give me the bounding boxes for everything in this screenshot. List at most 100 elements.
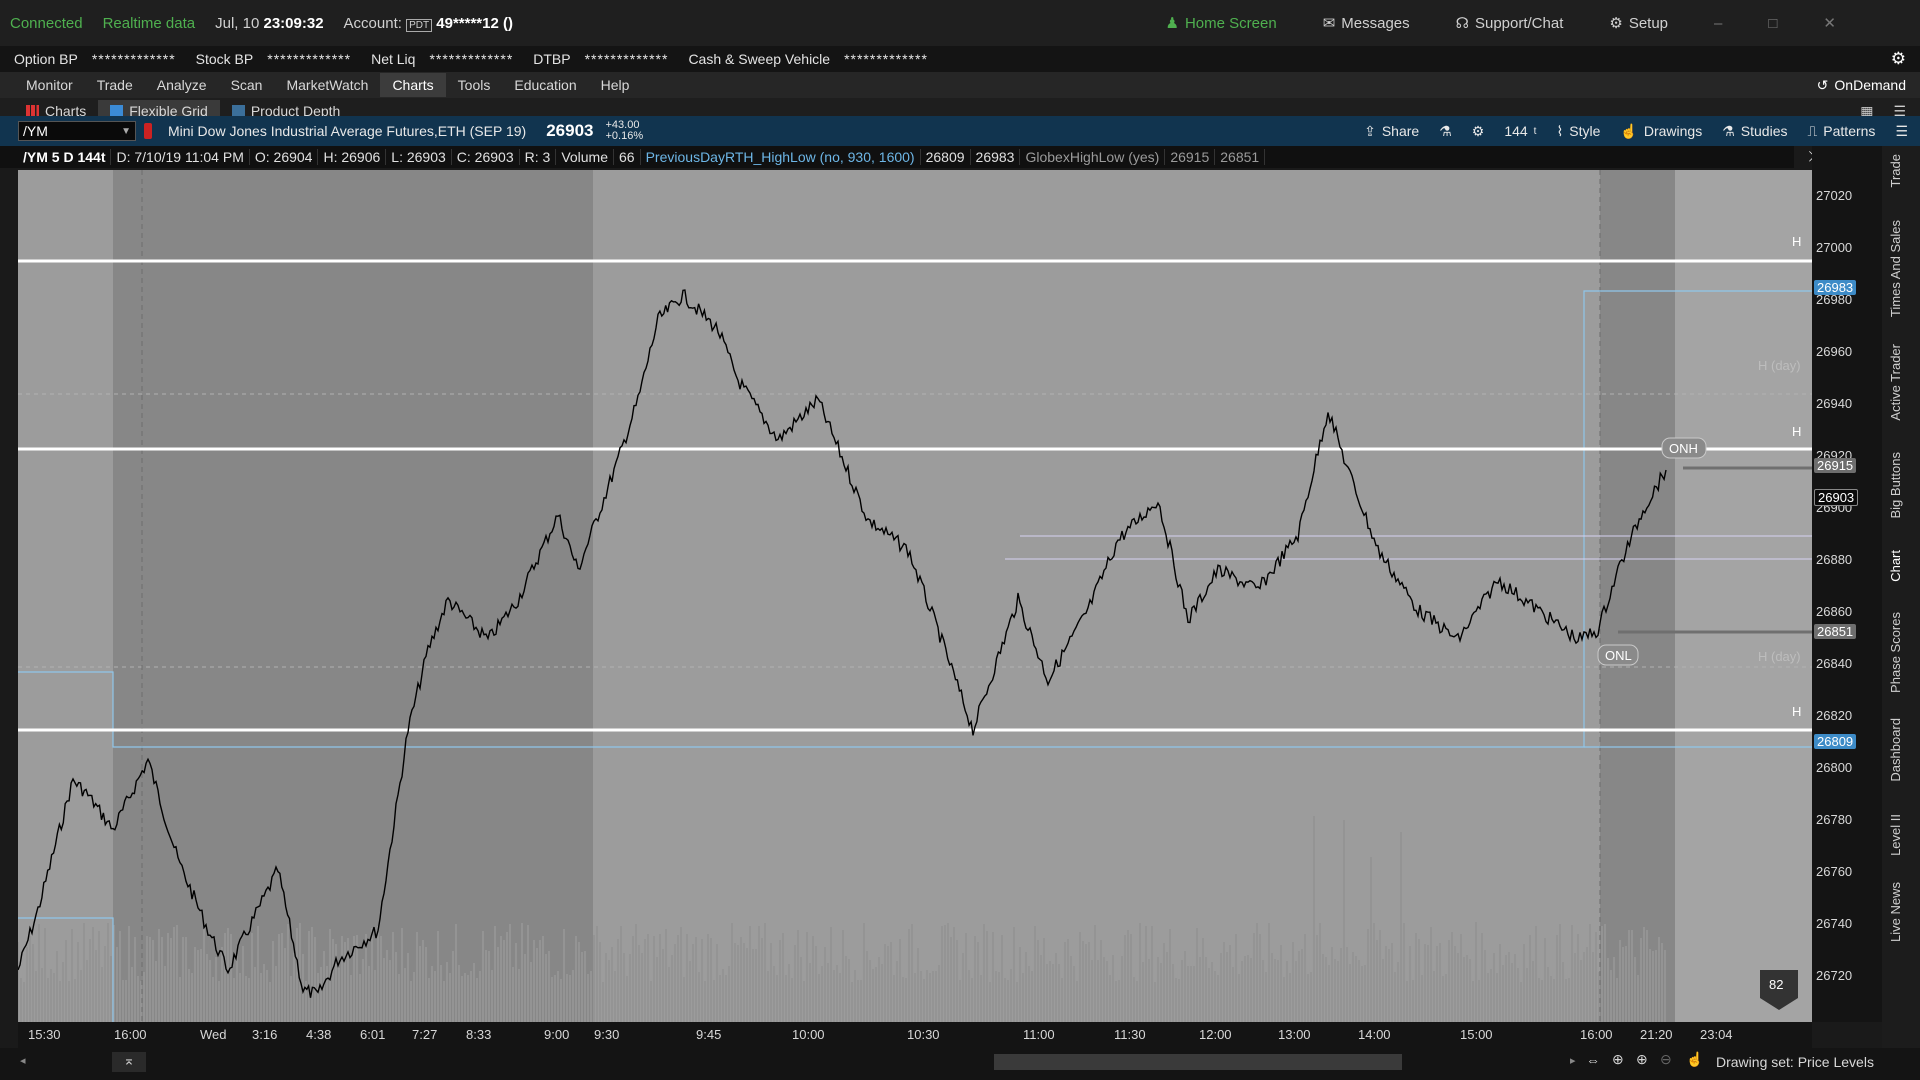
link-color-icon[interactable] <box>144 123 152 139</box>
bar-open: O: 26904 <box>250 149 319 165</box>
patterns-menu[interactable]: ⎍ Patterns <box>1807 123 1875 140</box>
clock-icon: ↺ <box>1816 76 1829 93</box>
menu-help[interactable]: Help <box>589 73 642 97</box>
rail-tab-dashboard[interactable]: Dashboard <box>1888 718 1903 782</box>
time-tick: 7:27 <box>412 1027 438 1042</box>
stock-bp-value: ************* <box>267 51 352 67</box>
drawing-set-label[interactable]: Drawing set: Price Levels <box>1716 1054 1874 1070</box>
settings-gear-icon[interactable]: ⚙ <box>1472 123 1485 140</box>
net-liq-label: Net Liq <box>371 51 416 67</box>
menu-analyze[interactable]: Analyze <box>145 73 219 97</box>
setup-button[interactable]: ⚙ Setup <box>1609 14 1668 33</box>
expand-horizontal-icon[interactable]: ⇔ <box>1586 1052 1600 1068</box>
prev-low-price-tag: 26809 <box>1814 734 1857 749</box>
main-menu-bar: Monitor Trade Analyze Scan MarketWatch C… <box>0 72 1920 98</box>
bar-close: C: 26903 <box>452 149 520 165</box>
gear-icon: ⚙ <box>1609 15 1623 32</box>
chart-canvas[interactable]: H H H H (day) H (day) ONH ONL 82 <box>18 170 1812 1022</box>
menu-charts[interactable]: Charts <box>380 73 446 97</box>
bar-range: R: 3 <box>520 149 557 165</box>
date-label: Jul, 10 23:09:32 <box>215 14 324 32</box>
rail-tab-phase-scores[interactable]: Phase Scores <box>1888 612 1903 693</box>
future-space <box>1675 170 1812 1022</box>
onh-price-tag: 26915 <box>1814 458 1857 473</box>
svg-text:82: 82 <box>1769 977 1783 992</box>
h-day-label-upper: H (day) <box>1758 358 1801 373</box>
studies-menu[interactable]: ⚗ Studies <box>1722 123 1787 140</box>
stock-bp-label: Stock BP <box>195 51 254 67</box>
hand-icon: ☝ <box>1620 122 1638 139</box>
close-button[interactable]: ✕ <box>1823 14 1836 32</box>
support-chat-button[interactable]: ☊ Support/Chat <box>1456 14 1564 33</box>
price-tick: 26720 <box>1816 968 1853 983</box>
flask-icon[interactable]: ⚗ <box>1439 123 1452 140</box>
price-tick: 26780 <box>1816 812 1853 827</box>
account-selector[interactable]: Account: PDT 49*****12 () <box>344 15 513 32</box>
study-prev-day-low: 26809 <box>921 149 971 165</box>
menu-monitor[interactable]: Monitor <box>14 73 85 97</box>
menu-marketwatch[interactable]: MarketWatch <box>274 73 380 97</box>
time-tick: Wed <box>200 1027 227 1042</box>
aggregation-selector[interactable]: 144 t <box>1504 123 1536 139</box>
menu-tools[interactable]: Tools <box>446 73 503 97</box>
price-tick: 26960 <box>1816 344 1853 359</box>
time-axis: 15:30 16:00 Wed 3:16 4:38 6:01 7:27 8:33 9:00 9:3… <box>18 1022 1812 1048</box>
dtbp-label: DTBP <box>533 51 571 67</box>
rail-tab-times-and-sales[interactable]: Times And Sales <box>1888 220 1903 317</box>
pan-hand-icon[interactable]: ☝ <box>1686 1051 1703 1068</box>
menu-education[interactable]: Education <box>502 73 588 97</box>
price-chart[interactable]: H H H H (day) H (day) ONH ONL 82 ⤫ <box>18 148 1820 1022</box>
menu-icon[interactable]: ☰ <box>1895 123 1908 140</box>
symbol-input[interactable]: /YM ▼ <box>18 121 136 141</box>
zoom-in-icon[interactable]: ⊕ <box>1636 1051 1648 1068</box>
rail-tab-live-news[interactable]: Live News <box>1888 882 1903 942</box>
study-globex-highlow[interactable]: GlobexHighLow (yes) <box>1020 149 1166 165</box>
chart-bottom-bar: ⌅ ◂ ▸ ⇔ ⊕ ⊕ ⊖ ☝ Drawing set: Price Level… <box>0 1048 1920 1080</box>
time-tick: 6:01 <box>360 1027 386 1042</box>
price-tick: 26880 <box>1816 552 1853 567</box>
menu-trade[interactable]: Trade <box>85 73 145 97</box>
time-tick: 23:04 <box>1700 1027 1733 1042</box>
share-button[interactable]: ⇪ Share <box>1364 123 1419 140</box>
rail-tab-active-trader[interactable]: Active Trader <box>1888 344 1903 421</box>
scroll-right-icon[interactable]: ▸ <box>1570 1054 1576 1067</box>
style-icon: ⌇ <box>1556 122 1564 139</box>
price-tick: 27000 <box>1816 240 1853 255</box>
messages-button[interactable]: ✉ Messages <box>1323 14 1410 33</box>
price-tick: 26940 <box>1816 396 1853 411</box>
rail-tab-big-buttons[interactable]: Big Buttons <box>1888 452 1903 519</box>
evening-session-shade <box>1600 170 1675 1022</box>
last-price-tag: 26903 <box>1814 489 1859 506</box>
study-globex-high: 26915 <box>1165 149 1216 165</box>
ondemand-button[interactable]: ↺ OnDemand <box>1817 77 1906 94</box>
crosshair-icon[interactable]: ⊕ <box>1612 1051 1624 1068</box>
study-prev-day-rth[interactable]: PreviousDayRTH_HighLow (no, 930, 1600) <box>641 149 921 165</box>
time-tick: 15:00 <box>1460 1027 1493 1042</box>
home-screen-button[interactable]: ♟ Home Screen <box>1166 14 1277 33</box>
h-day-label-lower: H (day) <box>1758 649 1801 664</box>
style-menu[interactable]: ⌇ Style <box>1556 123 1600 140</box>
dtbp-value: ************* <box>584 51 669 67</box>
scroll-left-icon[interactable]: ◂ <box>20 1054 26 1067</box>
symbol-toolbar: /YM ▼ Mini Dow Jones Industrial Average F… <box>0 116 1920 146</box>
zoom-out-icon[interactable]: ⊖ <box>1660 1051 1672 1068</box>
time-tick: 4:38 <box>306 1027 332 1042</box>
time-tick: 12:00 <box>1199 1027 1232 1042</box>
onh-bubble[interactable]: ONH <box>1661 437 1707 459</box>
horizontal-scrollbar[interactable] <box>994 1054 1402 1070</box>
price-axis: 27020 27000 26980 26960 26940 26920 2690… <box>1812 146 1882 1022</box>
net-liq-value: ************* <box>429 51 514 67</box>
maximize-button[interactable]: □ <box>1768 15 1777 32</box>
rail-tab-trade[interactable]: Trade <box>1888 154 1903 187</box>
time-tick: 14:00 <box>1358 1027 1391 1042</box>
rail-tab-level-ii[interactable]: Level II <box>1888 814 1903 856</box>
minimize-button[interactable]: – <box>1714 15 1722 32</box>
menu-scan[interactable]: Scan <box>219 73 275 97</box>
collapse-panel-icon[interactable]: ⌅ <box>112 1052 146 1072</box>
onl-bubble[interactable]: ONL <box>1597 644 1639 666</box>
rail-tab-chart[interactable]: Chart <box>1888 550 1903 582</box>
onl-price-tag: 26851 <box>1814 624 1857 639</box>
gear-icon[interactable]: ⚙ <box>1891 49 1906 69</box>
drawings-menu[interactable]: ☝ Drawings <box>1620 123 1702 140</box>
price-tick: 26860 <box>1816 604 1853 619</box>
